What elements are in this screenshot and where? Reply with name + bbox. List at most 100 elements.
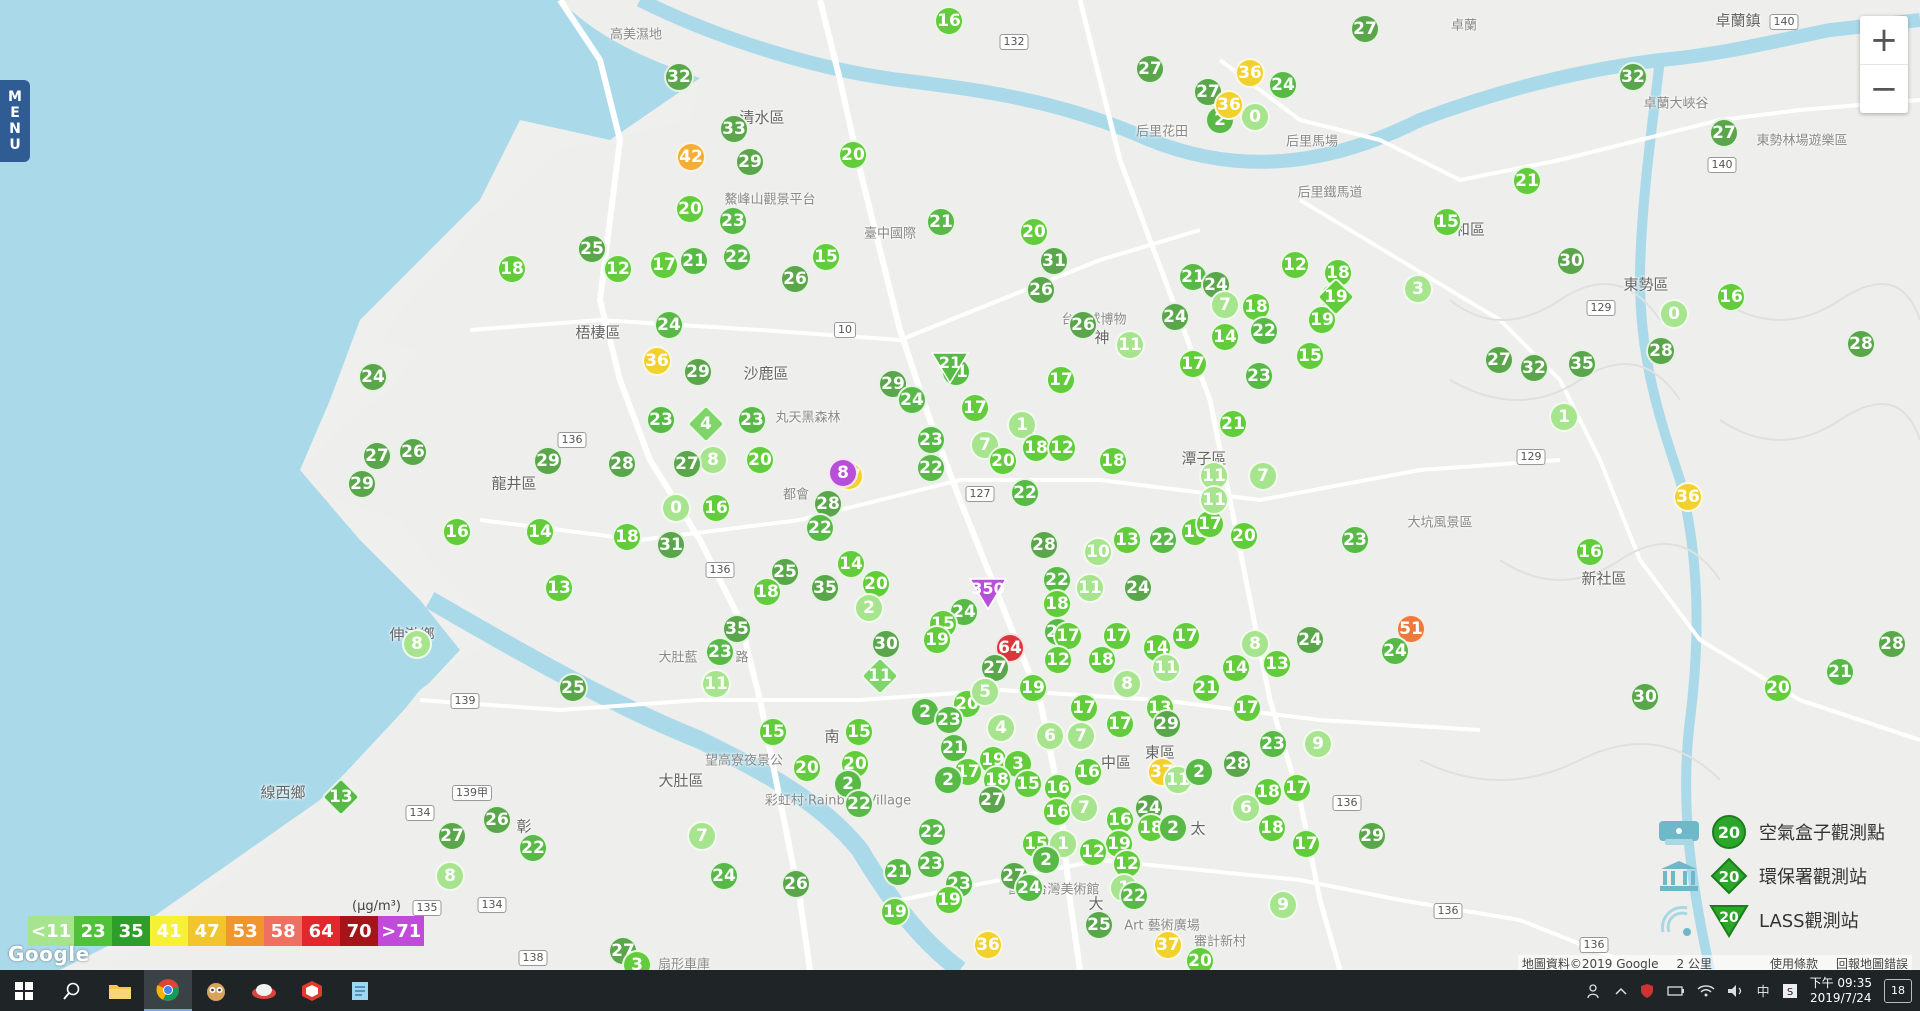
shield-alert-icon[interactable]	[1639, 983, 1655, 999]
people-icon[interactable]	[1586, 983, 1603, 999]
airbox-marker[interactable]: 29	[533, 446, 563, 476]
airbox-marker[interactable]: 28	[1877, 629, 1907, 659]
airbox-marker[interactable]: 20	[745, 445, 775, 475]
airbox-marker[interactable]: 29	[683, 357, 713, 387]
airbox-marker[interactable]: 17	[1069, 693, 1099, 723]
airbox-marker[interactable]: 32	[664, 62, 694, 92]
airbox-marker[interactable]: 21	[1825, 657, 1855, 687]
battery-icon[interactable]	[1666, 984, 1685, 998]
airbox-marker[interactable]: 18	[497, 254, 527, 284]
airbox-marker[interactable]: 32	[1519, 353, 1549, 383]
airbox-marker[interactable]: 17	[1291, 829, 1321, 859]
airbox-marker[interactable]: 25	[1084, 910, 1114, 940]
airbox-marker[interactable]: 21	[1218, 409, 1248, 439]
airbox-marker[interactable]: 11	[1199, 485, 1229, 515]
airbox-marker[interactable]: 12	[1043, 645, 1073, 675]
search-button[interactable]	[48, 970, 96, 1011]
airbox-marker[interactable]: 24	[709, 861, 739, 891]
airbox-marker[interactable]: 24	[654, 310, 684, 340]
airbox-marker[interactable]: 28	[1029, 530, 1059, 560]
airbox-marker[interactable]: 22	[722, 242, 752, 272]
airbox-marker[interactable]: 16	[1073, 757, 1103, 787]
airbox-marker[interactable]: 15	[844, 717, 874, 747]
airbox-marker[interactable]: 19	[934, 885, 964, 915]
airbox-marker[interactable]: 21	[1512, 166, 1542, 196]
airbox-marker[interactable]: 26	[781, 869, 811, 899]
airbox-marker[interactable]: 20	[1229, 521, 1259, 551]
airbox-marker[interactable]: 20	[1185, 946, 1215, 970]
airbox-marker[interactable]: 23	[646, 405, 676, 435]
airbox-marker[interactable]: 23	[1244, 361, 1274, 391]
airbox-marker[interactable]: 21	[1191, 673, 1221, 703]
airbox-marker[interactable]: 17	[1105, 709, 1135, 739]
airbox-marker[interactable]: 22	[805, 513, 835, 543]
airbox-marker[interactable]: 35	[1567, 349, 1597, 379]
airbox-marker[interactable]: 29	[735, 147, 765, 177]
airbox-marker[interactable]: 30	[871, 629, 901, 659]
airbox-marker[interactable]: 36	[1235, 58, 1265, 88]
airbox-marker[interactable]: 16	[1716, 282, 1746, 312]
airbox-marker[interactable]: 36	[642, 346, 672, 376]
airbox-marker[interactable]: 8	[435, 861, 465, 891]
airbox-marker[interactable]: 26	[1026, 275, 1056, 305]
wifi-icon[interactable]	[1697, 984, 1715, 998]
airbox-marker[interactable]: 14	[1221, 653, 1251, 683]
airbox-marker[interactable]: 28	[1222, 749, 1252, 779]
airbox-marker[interactable]: 13	[1112, 525, 1142, 555]
airbox-marker[interactable]: 8	[698, 445, 728, 475]
airbox-marker[interactable]: 31	[656, 530, 686, 560]
ime-indicator[interactable]: 中	[1757, 981, 1770, 1000]
airbox-marker[interactable]: 11	[1151, 653, 1181, 683]
airbox-marker[interactable]: 7	[1248, 461, 1278, 491]
airbox-marker[interactable]: 23	[1258, 729, 1288, 759]
airbox-marker[interactable]: 25	[577, 234, 607, 264]
airbox-marker[interactable]: 20	[1019, 217, 1049, 247]
airbox-marker[interactable]: 19	[880, 897, 910, 927]
airbox-marker[interactable]: 18	[1257, 813, 1287, 843]
airbox-marker[interactable]: 27	[672, 449, 702, 479]
airbox-marker[interactable]: 2	[1158, 813, 1188, 843]
airbox-marker[interactable]: 2	[1184, 757, 1214, 787]
airbox-marker[interactable]: 9	[1268, 890, 1298, 920]
airbox-marker[interactable]: 0	[1240, 102, 1270, 132]
airbox-marker[interactable]: 7	[1069, 793, 1099, 823]
airbox-marker[interactable]: 0	[1659, 299, 1689, 329]
airbox-marker[interactable]: 8	[1240, 629, 1270, 659]
airbox-marker[interactable]: 11	[701, 669, 731, 699]
airbox-marker[interactable]: 17	[960, 393, 990, 423]
clock[interactable]: 下午 09:35 2019/7/24	[1810, 976, 1872, 1006]
airbox-marker[interactable]: 22	[1119, 881, 1149, 911]
airbox-marker[interactable]: 20	[792, 753, 822, 783]
airbox-marker[interactable]: 5	[970, 677, 1000, 707]
chevron-up-icon[interactable]	[1615, 986, 1627, 996]
airbox-marker[interactable]: 23	[934, 705, 964, 735]
airbox-marker[interactable]: 22	[917, 817, 947, 847]
airbox-marker[interactable]: 1	[1549, 402, 1579, 432]
airbox-marker[interactable]: 22	[518, 833, 548, 863]
airbox-marker[interactable]: 15	[1013, 769, 1043, 799]
airbox-marker[interactable]: 17	[1102, 621, 1132, 651]
airbox-marker[interactable]: 23	[916, 849, 946, 879]
airbox-marker[interactable]: 8	[402, 629, 432, 659]
airbox-marker[interactable]: 35	[810, 573, 840, 603]
airbox-marker[interactable]: 24	[1123, 573, 1153, 603]
airbox-marker[interactable]: 21	[926, 207, 956, 237]
lass-station-marker[interactable]: 350	[968, 577, 1008, 611]
airbox-marker[interactable]: 12	[1047, 433, 1077, 463]
airbox-marker[interactable]: 12	[1280, 250, 1310, 280]
airbox-marker[interactable]: 0	[661, 493, 691, 523]
airbox-marker[interactable]: 20	[1763, 673, 1793, 703]
airbox-marker[interactable]: 3	[1403, 274, 1433, 304]
airbox-marker[interactable]: 37	[1153, 930, 1183, 960]
airbox-marker[interactable]: 24	[1380, 636, 1410, 666]
lass-station-marker[interactable]: 21	[930, 351, 970, 385]
airbox-marker[interactable]: 12	[603, 254, 633, 284]
airbox-marker[interactable]: 30	[1556, 246, 1586, 276]
menu-button[interactable]: MENU	[0, 80, 30, 162]
airbox-marker[interactable]: 36	[1673, 482, 1703, 512]
airbox-marker[interactable]: 24	[358, 362, 388, 392]
airbox-marker[interactable]: 19	[1018, 673, 1048, 703]
airbox-marker[interactable]: 17	[1178, 349, 1208, 379]
airbox-marker[interactable]: 6	[1035, 721, 1065, 751]
airbox-marker[interactable]: 22	[1010, 478, 1040, 508]
